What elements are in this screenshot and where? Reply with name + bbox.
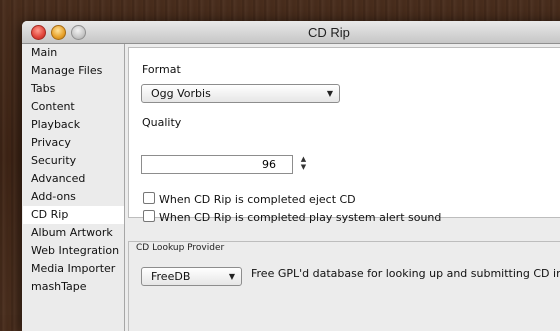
sidebar-item-album-artwork[interactable]: Album Artwork xyxy=(23,224,124,242)
alert-sound-label: When CD Rip is completed play system ale… xyxy=(159,211,442,224)
sidebar-item-privacy[interactable]: Privacy xyxy=(23,134,124,152)
cd-rip-panel: Format Ogg Vorbis ▼ Quality 96 ▲ ▼ When … xyxy=(128,47,560,224)
close-window-button[interactable] xyxy=(31,25,46,40)
provider-description: Free GPL'd database for looking up and s… xyxy=(251,267,560,280)
sidebar-item-mashtape[interactable]: mashTape xyxy=(23,278,124,296)
format-label: Format xyxy=(142,63,181,76)
lookup-provider-select[interactable]: FreeDB ▼ xyxy=(141,267,242,286)
sidebar-item-security[interactable]: Security xyxy=(23,152,124,170)
sidebar-item-cd-rip[interactable]: CD Rip xyxy=(23,206,124,224)
lookup-provider-value: FreeDB xyxy=(151,270,191,283)
preferences-content: Format Ogg Vorbis ▼ Quality 96 ▲ ▼ When … xyxy=(125,44,560,331)
quality-stepper[interactable]: ▲ ▼ xyxy=(299,155,308,174)
eject-cd-checkbox[interactable] xyxy=(143,192,155,204)
eject-cd-option[interactable]: When CD Rip is completed eject CD xyxy=(143,192,356,206)
zoom-window-button[interactable] xyxy=(71,25,86,40)
sidebar-item-content[interactable]: Content xyxy=(23,98,124,116)
alert-sound-option[interactable]: When CD Rip is completed play system ale… xyxy=(143,210,441,224)
format-select-value: Ogg Vorbis xyxy=(151,87,211,100)
eject-cd-label: When CD Rip is completed eject CD xyxy=(159,193,356,206)
sidebar-item-media-importer[interactable]: Media Importer xyxy=(23,260,124,278)
window-title: CD Rip xyxy=(308,25,350,40)
sidebar-item-advanced[interactable]: Advanced xyxy=(23,170,124,188)
quality-input[interactable]: 96 xyxy=(141,155,293,174)
alert-sound-checkbox[interactable] xyxy=(143,210,155,222)
sidebar-item-add-ons[interactable]: Add-ons xyxy=(23,188,124,206)
stepper-up-icon[interactable]: ▲ xyxy=(299,155,308,163)
sidebar-item-web-integration[interactable]: Web Integration xyxy=(23,242,124,260)
preferences-sidebar: Main Manage Files Tabs Content Playback … xyxy=(23,44,125,331)
cd-lookup-group-title: CD Lookup Provider xyxy=(136,243,225,253)
quality-label: Quality xyxy=(142,116,182,129)
minimize-window-button[interactable] xyxy=(51,25,66,40)
stepper-down-icon[interactable]: ▼ xyxy=(299,163,308,171)
preferences-window: CD Rip Main Manage Files Tabs Content Pl… xyxy=(22,21,560,331)
format-select[interactable]: Ogg Vorbis ▼ xyxy=(141,84,340,103)
sidebar-item-playback[interactable]: Playback xyxy=(23,116,124,134)
sidebar-item-manage-files[interactable]: Manage Files xyxy=(23,62,124,80)
sidebar-item-tabs[interactable]: Tabs xyxy=(23,80,124,98)
sidebar-item-main[interactable]: Main xyxy=(23,44,124,62)
chevron-down-icon: ▼ xyxy=(228,272,235,281)
title-bar: CD Rip xyxy=(22,21,560,44)
chevron-down-icon: ▼ xyxy=(326,89,333,98)
cd-lookup-group: CD Lookup Provider FreeDB ▼ Free GPL'd d… xyxy=(128,241,560,331)
